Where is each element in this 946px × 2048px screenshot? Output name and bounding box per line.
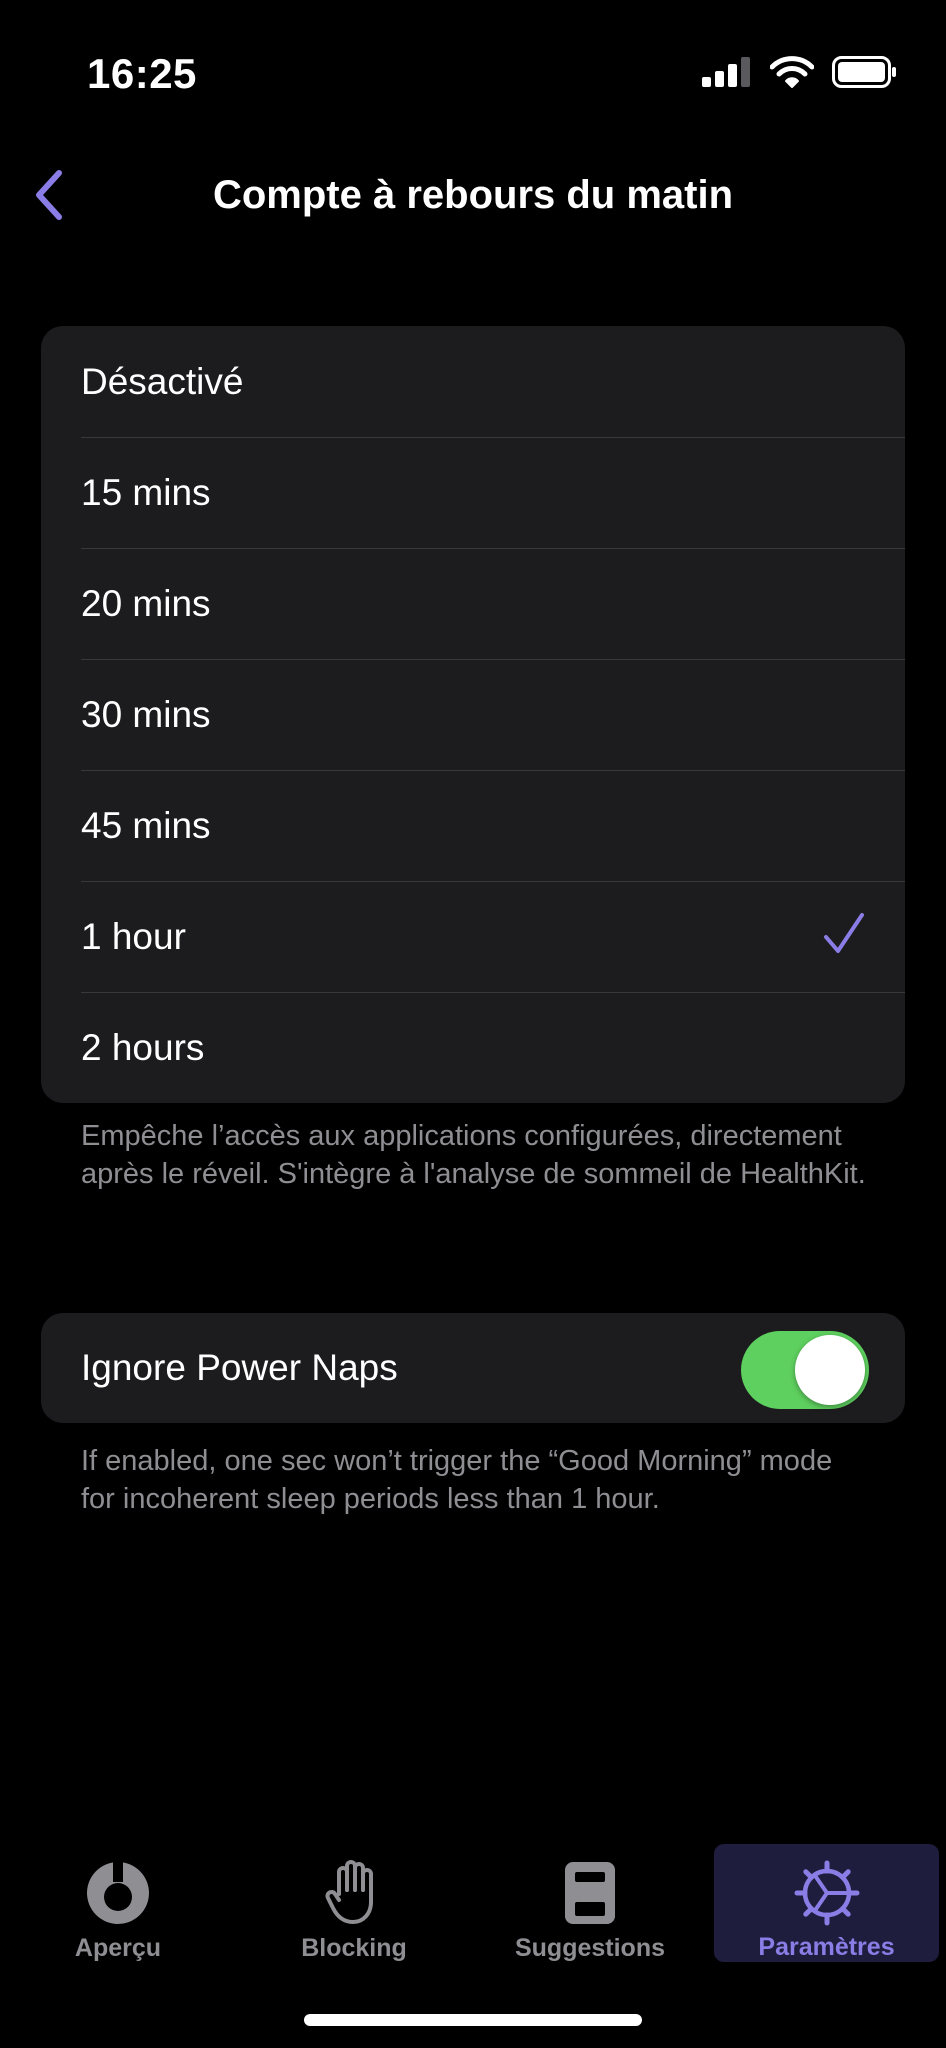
option-45-mins[interactable]: 45 mins [41,770,905,881]
option-1-hour[interactable]: 1 hour [41,881,905,992]
status-icons [702,56,898,88]
options-footnote: Empêche l’accès aux applications configu… [81,1120,866,1190]
gear-icon [794,1860,859,1925]
ring-icon [87,1860,149,1924]
option-label: 2 hours [81,1026,205,1068]
toggle-knob [795,1335,865,1405]
hand-icon [325,1860,373,1924]
checkmark-icon [824,913,864,953]
option-20-mins[interactable]: 20 mins [41,548,905,659]
option-label: 45 mins [81,804,211,846]
option-30-mins[interactable]: 30 mins [41,659,905,770]
tab-label: Aperçu [74,1934,162,1962]
countdown-options-list: Désactivé 15 mins 20 mins 30 mins 45 min… [41,326,905,1103]
option-2-hours[interactable]: 2 hours [41,992,905,1103]
option-label: 1 hour [81,915,186,957]
page-title: Compte à rebours du matin [212,173,734,217]
battery-icon [832,56,896,88]
power-naps-row: Ignore Power Naps [41,1313,905,1423]
power-naps-toggle[interactable] [741,1331,869,1409]
status-time: 16:25 [87,50,197,97]
option-label: 30 mins [81,693,211,735]
tab-blocking[interactable]: Blocking [236,1840,472,1970]
option-label: 20 mins [81,582,211,624]
book-icon [565,1862,615,1924]
home-indicator[interactable] [304,2014,642,2026]
tab-label: Blocking [301,1934,407,1962]
option-label: Désactivé [81,360,244,402]
option-label: 15 mins [81,471,211,513]
tab-parametres[interactable]: Paramètres [714,1844,939,1962]
option-disabled[interactable]: Désactivé [41,326,905,437]
power-naps-label: Ignore Power Naps [81,1347,398,1388]
wifi-icon [770,56,814,88]
cellular-signal-icon [702,57,750,87]
tab-label: Suggestions [514,1934,665,1962]
status-bar: 16:25 [0,0,946,150]
tab-suggestions[interactable]: Suggestions [472,1840,708,1970]
navigation-bar: Compte à rebours du matin [0,150,946,240]
tab-label: Paramètres [758,1933,895,1961]
tab-bar: Aperçu Blocking Suggestions Paramètres [0,1840,946,1970]
option-15-mins[interactable]: 15 mins [41,437,905,548]
tab-apercu[interactable]: Aperçu [0,1840,236,1970]
power-naps-footnote: If enabled, one sec won’t trigger the “G… [81,1445,833,1515]
